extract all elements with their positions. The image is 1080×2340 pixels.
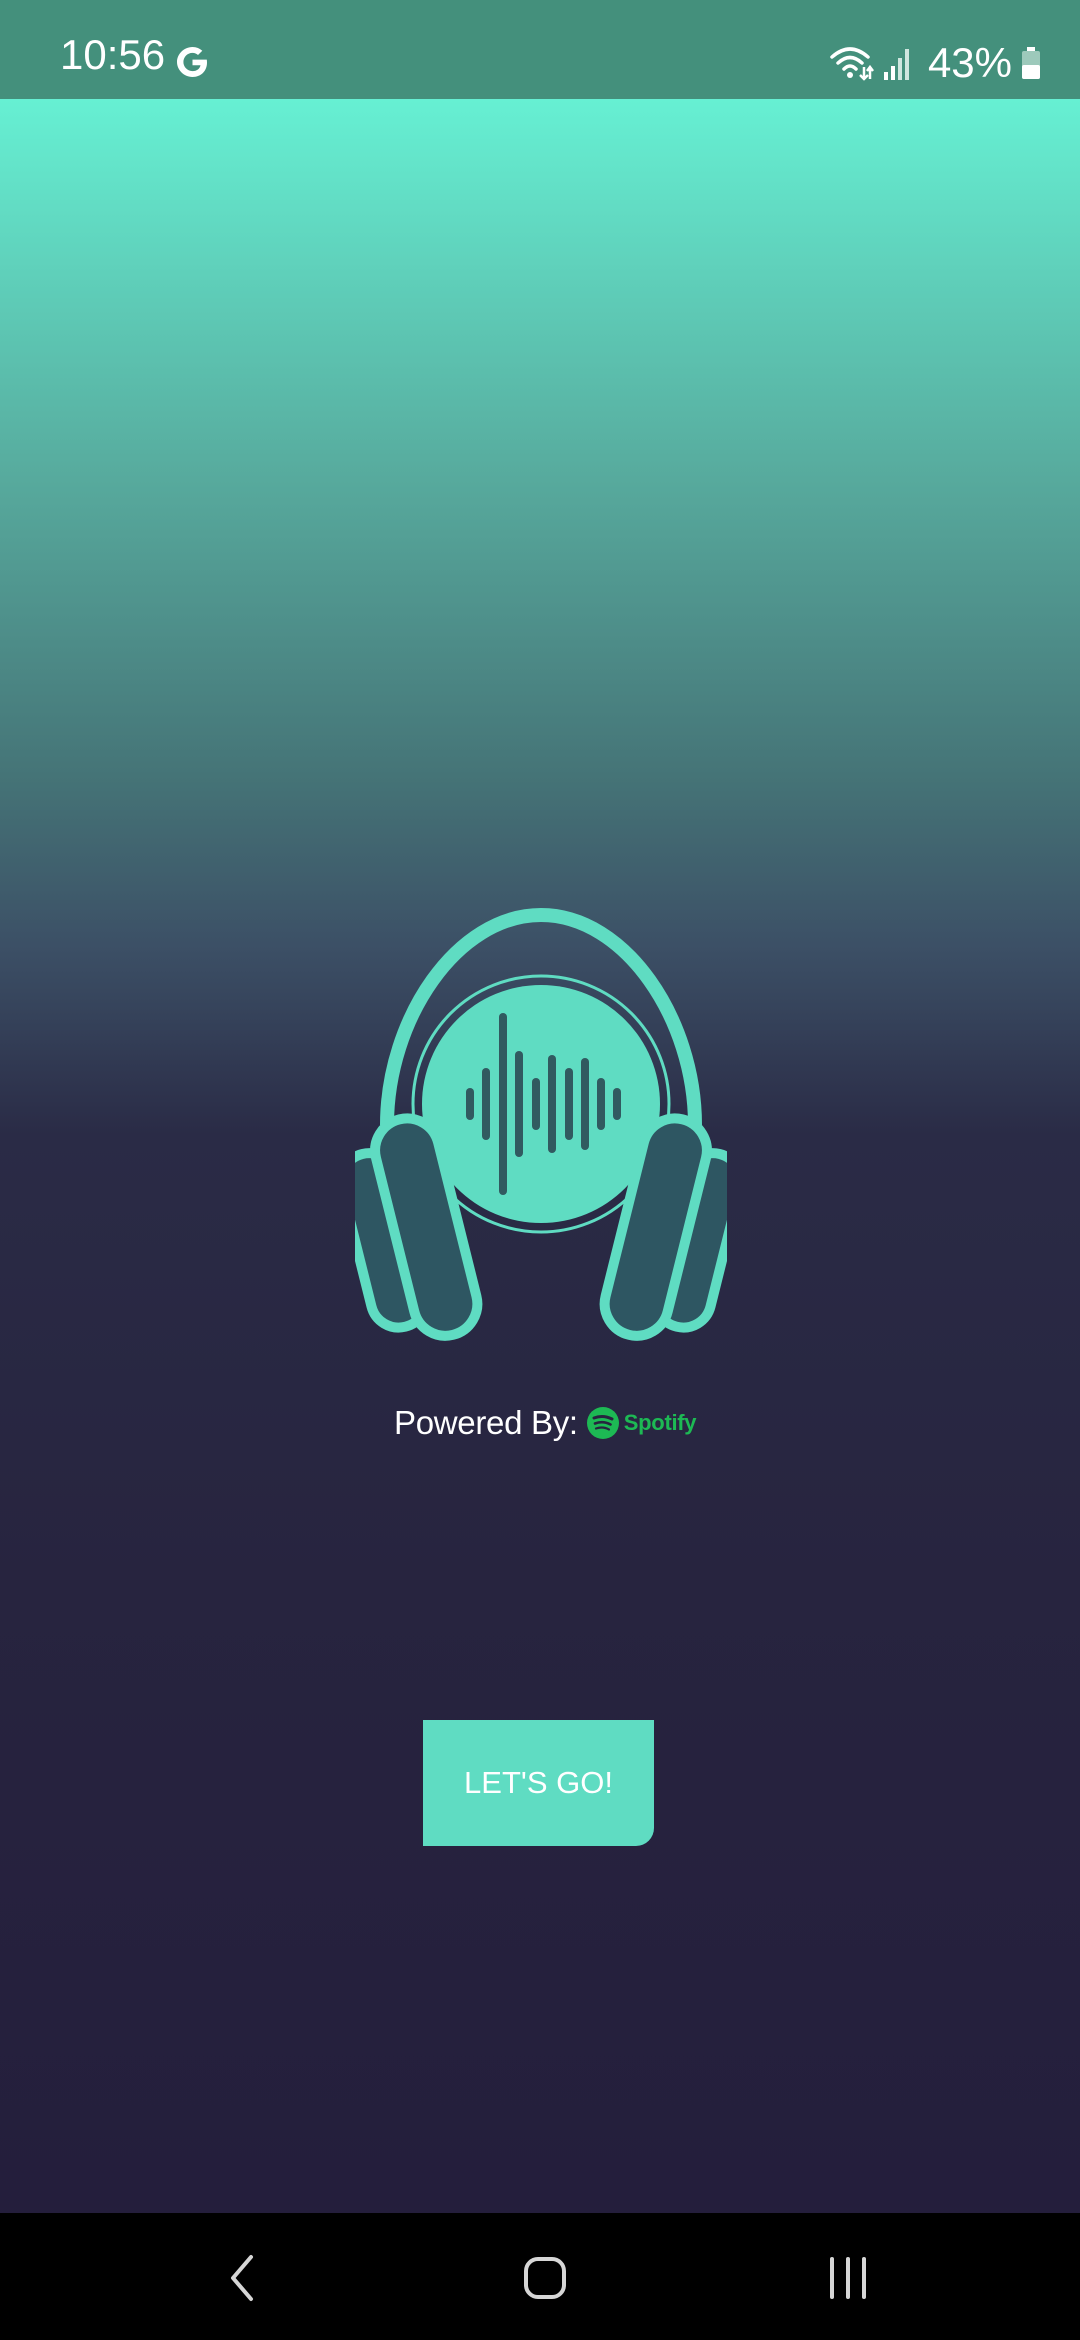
- status-icons: 43%: [830, 38, 1042, 88]
- back-button[interactable]: [198, 2243, 288, 2313]
- home-icon: [524, 2257, 566, 2299]
- recents-button[interactable]: [803, 2243, 893, 2313]
- status-time: 10:56: [60, 31, 166, 78]
- lets-go-button[interactable]: LET'S GO!: [423, 1720, 654, 1846]
- home-button[interactable]: [500, 2243, 590, 2313]
- navigation-bar: [0, 2213, 1080, 2340]
- spotify-logo: Spotify: [586, 1406, 697, 1440]
- signal-icon: [883, 49, 909, 80]
- powered-by-row: Powered By: Spotify: [394, 1401, 697, 1445]
- battery-icon: [1022, 47, 1040, 79]
- recents-icon: [830, 2257, 866, 2299]
- wifi-icon: [830, 47, 874, 81]
- status-bar: 10:56 43%: [0, 0, 1080, 99]
- screen: 10:56 43% Powered By: Spotify LET'S GO!: [0, 0, 1080, 2340]
- spotify-icon: [586, 1407, 619, 1439]
- app-body: Powered By: Spotify LET'S GO!: [0, 99, 1080, 2213]
- battery-percent: 43%: [927, 39, 1012, 86]
- google-icon: [177, 47, 207, 77]
- headphones-soundwave-icon: [355, 907, 727, 1341]
- back-icon: [231, 2255, 253, 2301]
- spotify-wordmark: Spotify: [623, 1410, 697, 1435]
- powered-by-label: Powered By:: [394, 1404, 578, 1441]
